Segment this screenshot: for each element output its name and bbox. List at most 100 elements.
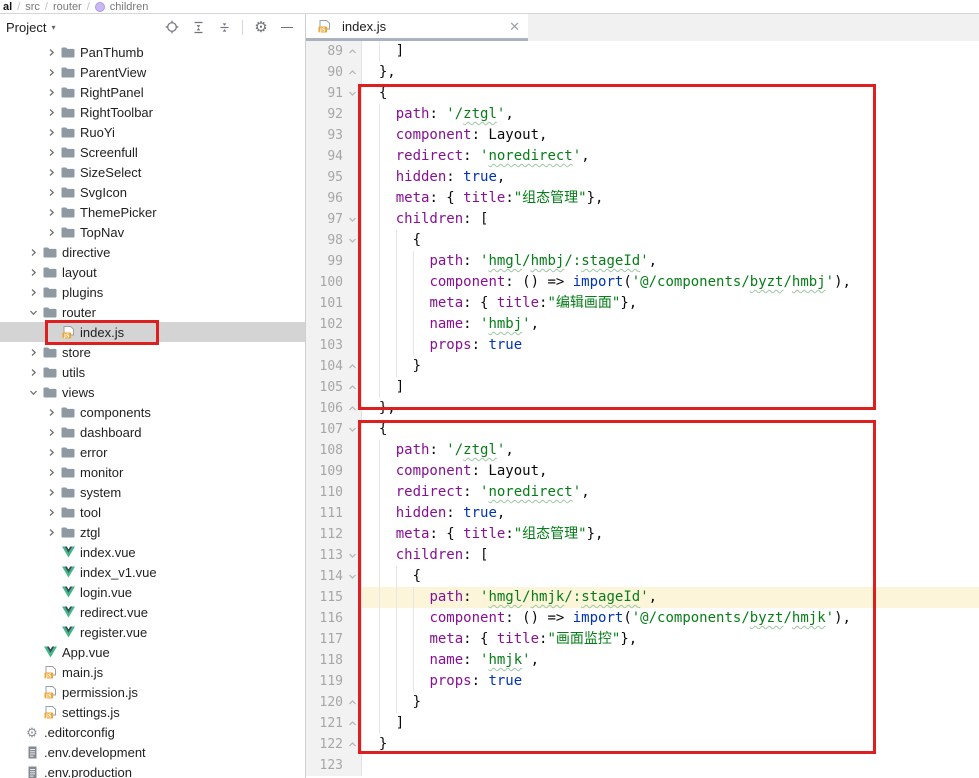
line-number[interactable]: 113 (306, 545, 343, 566)
tree-item-index-js[interactable]: JSindex.js (0, 322, 305, 342)
line-number[interactable]: 100 (306, 272, 343, 293)
code-text[interactable]: props: true (362, 335, 979, 356)
line-number[interactable]: 109 (306, 461, 343, 482)
tree-item-svgicon[interactable]: SvgIcon (0, 182, 305, 202)
line-number[interactable]: 107 (306, 419, 343, 440)
code-text[interactable]: }, (362, 398, 979, 419)
chevron-right-icon[interactable] (25, 268, 42, 277)
breadcrumb-item-router[interactable]: router (53, 1, 82, 13)
code-text[interactable]: { (362, 566, 979, 587)
tree-item-sizeselect[interactable]: SizeSelect (0, 162, 305, 182)
line-number[interactable]: 122 (306, 734, 343, 755)
line-number[interactable]: 106 (306, 398, 343, 419)
fold-region-end-icon[interactable] (343, 62, 361, 83)
gear-icon[interactable]: ⚙ (253, 19, 269, 35)
tree-item-main-js[interactable]: JSmain.js (0, 662, 305, 682)
line-number[interactable]: 94 (306, 146, 343, 167)
tree-item-router[interactable]: router (0, 302, 305, 322)
line-number[interactable]: 93 (306, 125, 343, 146)
line-number[interactable]: 104 (306, 356, 343, 377)
fold-region-end-icon[interactable] (343, 356, 361, 377)
tree-item-editorconfig[interactable]: ⚙.editorconfig (0, 722, 305, 742)
tree-item-register-vue[interactable]: register.vue (0, 622, 305, 642)
line-number[interactable]: 114 (306, 566, 343, 587)
line-number[interactable]: 111 (306, 503, 343, 524)
code-text[interactable]: redirect: 'noredirect', (362, 482, 979, 503)
line-number[interactable]: 105 (306, 377, 343, 398)
line-number[interactable]: 98 (306, 230, 343, 251)
chevron-right-icon[interactable] (43, 168, 60, 177)
code-text[interactable]: } (362, 734, 979, 755)
code-text[interactable]: path: 'hmgl/hmjk/:stageId', (362, 587, 979, 608)
chevron-right-icon[interactable] (43, 468, 60, 477)
line-number[interactable]: 119 (306, 671, 343, 692)
fold-region-start-icon[interactable] (343, 209, 361, 230)
code-text[interactable]: } (362, 356, 979, 377)
code-text[interactable]: } (362, 692, 979, 713)
fold-region-end-icon[interactable] (343, 41, 361, 62)
chevron-right-icon[interactable] (43, 448, 60, 457)
code-text[interactable]: meta: { title:"编辑画面"}, (362, 293, 979, 314)
line-number[interactable]: 89 (306, 41, 343, 62)
tree-item-store[interactable]: store (0, 342, 305, 362)
tree-item-components[interactable]: components (0, 402, 305, 422)
code-text[interactable]: { (362, 419, 979, 440)
chevron-right-icon[interactable] (43, 48, 60, 57)
fold-region-start-icon[interactable] (343, 419, 361, 440)
fold-region-end-icon[interactable] (343, 713, 361, 734)
chevron-right-icon[interactable] (43, 508, 60, 517)
code-text[interactable]: hidden: true, (362, 167, 979, 188)
tree-item-redirect-vue[interactable]: redirect.vue (0, 602, 305, 622)
tree-item-views[interactable]: views (0, 382, 305, 402)
line-number[interactable]: 112 (306, 524, 343, 545)
code-text[interactable]: path: 'hmgl/hmbj/:stageId', (362, 251, 979, 272)
tree-item-parentview[interactable]: ParentView (0, 62, 305, 82)
code-text[interactable]: meta: { title:"组态管理"}, (362, 188, 979, 209)
chevron-down-icon[interactable] (25, 308, 42, 317)
chevron-right-icon[interactable] (25, 348, 42, 357)
line-number[interactable]: 103 (306, 335, 343, 356)
line-number[interactable]: 90 (306, 62, 343, 83)
chevron-right-icon[interactable] (43, 148, 60, 157)
code-text[interactable]: component: () => import('@/components/by… (362, 272, 979, 293)
tree-item-layout[interactable]: layout (0, 262, 305, 282)
breadcrumb-item-src[interactable]: src (25, 1, 40, 13)
tree-item-index-v1-vue[interactable]: index_v1.vue (0, 562, 305, 582)
tab-index-js[interactable]: JS index.js ✕ (306, 14, 528, 41)
line-number[interactable]: 91 (306, 83, 343, 104)
locate-icon[interactable] (164, 19, 180, 35)
line-number[interactable]: 96 (306, 188, 343, 209)
line-number[interactable]: 110 (306, 482, 343, 503)
chevron-right-icon[interactable] (43, 428, 60, 437)
fold-region-end-icon[interactable] (343, 398, 361, 419)
line-number[interactable]: 101 (306, 293, 343, 314)
chevron-right-icon[interactable] (43, 68, 60, 77)
tree-item-env-production[interactable]: .env.production (0, 762, 305, 778)
tree-item-tool[interactable]: tool (0, 502, 305, 522)
code-text[interactable]: ] (362, 41, 979, 62)
code-text[interactable]: path: '/ztgl', (362, 104, 979, 125)
tree-item-themepicker[interactable]: ThemePicker (0, 202, 305, 222)
tree-item-settings-js[interactable]: JSsettings.js (0, 702, 305, 722)
tree-item-screenfull[interactable]: Screenfull (0, 142, 305, 162)
tree-item-topnav[interactable]: TopNav (0, 222, 305, 242)
chevron-right-icon[interactable] (43, 108, 60, 117)
chevron-right-icon[interactable] (43, 488, 60, 497)
line-number[interactable]: 99 (306, 251, 343, 272)
expand-all-icon[interactable] (190, 19, 206, 35)
chevron-right-icon[interactable] (43, 208, 60, 217)
line-number[interactable]: 95 (306, 167, 343, 188)
tree-item-app-vue[interactable]: App.vue (0, 642, 305, 662)
line-number[interactable]: 123 (306, 755, 343, 776)
tree-item-dashboard[interactable]: dashboard (0, 422, 305, 442)
chevron-right-icon[interactable] (25, 248, 42, 257)
code-text[interactable]: component: Layout, (362, 461, 979, 482)
line-number[interactable]: 118 (306, 650, 343, 671)
fold-region-end-icon[interactable] (343, 692, 361, 713)
tree-item-index-vue[interactable]: index.vue (0, 542, 305, 562)
code-text[interactable]: children: [ (362, 545, 979, 566)
code-text[interactable]: props: true (362, 671, 979, 692)
tree-item-plugins[interactable]: plugins (0, 282, 305, 302)
chevron-down-icon[interactable]: ▾ (51, 23, 55, 32)
tree-item-rightpanel[interactable]: RightPanel (0, 82, 305, 102)
